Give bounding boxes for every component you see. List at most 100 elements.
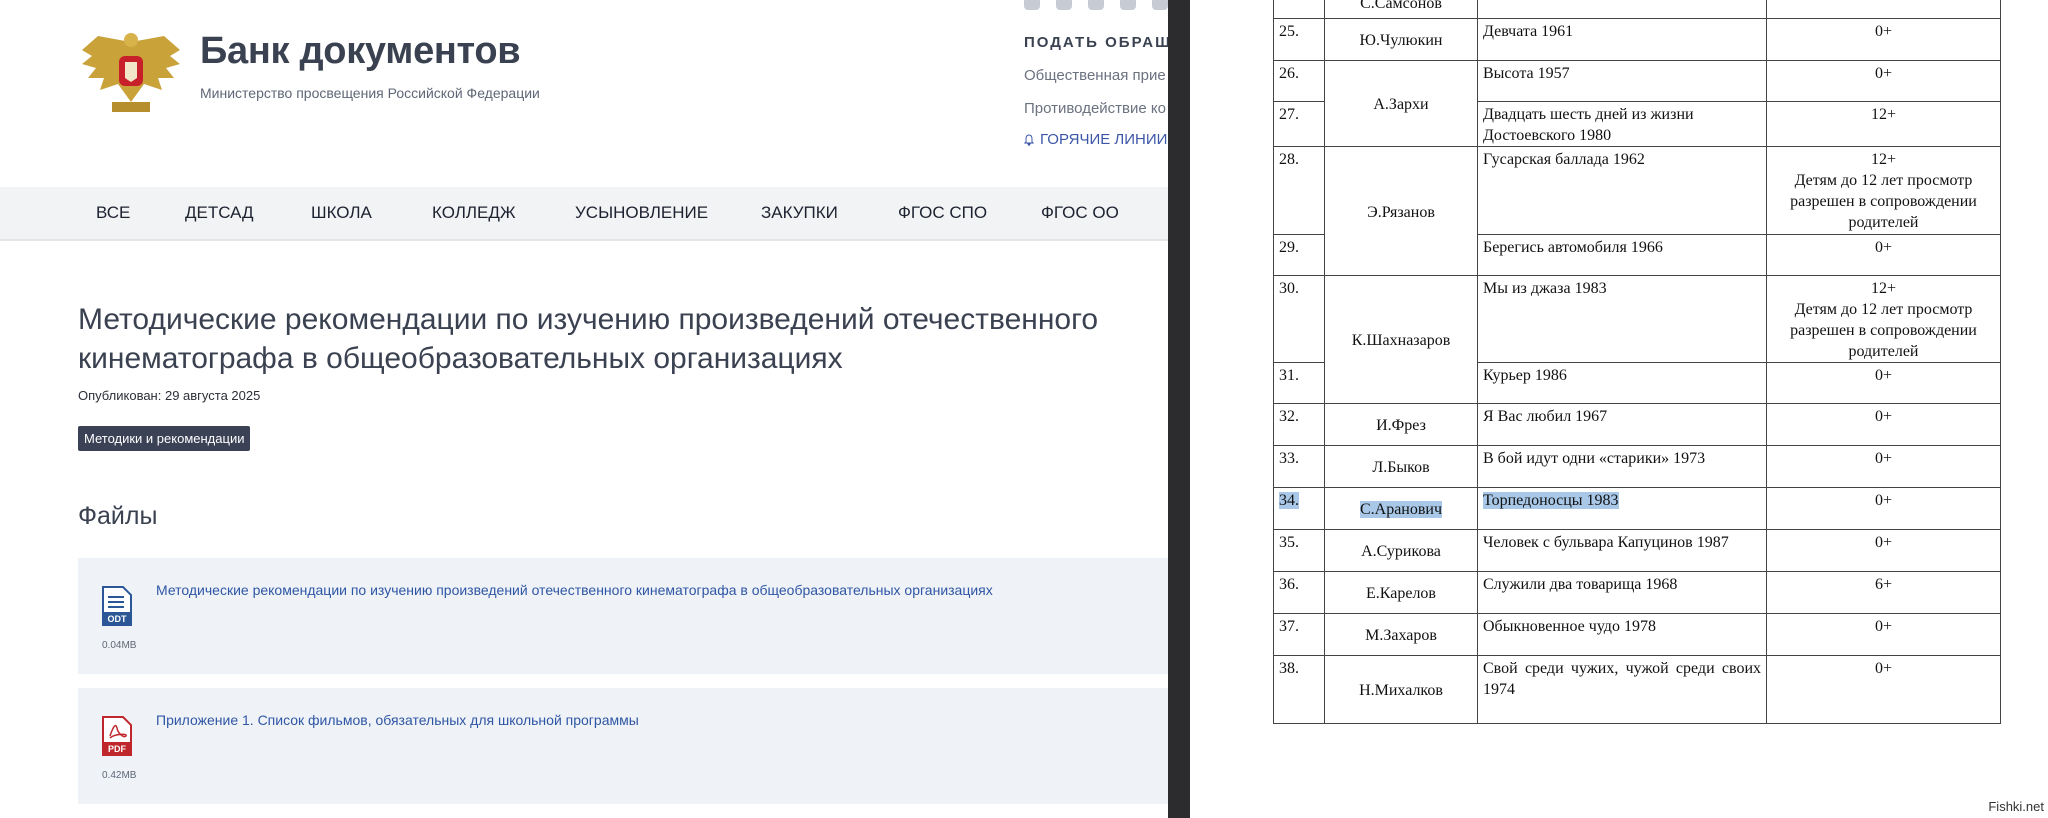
header-right-links: ПОДАТЬ ОБРАЩ Общественная прие Противоде… bbox=[1024, 34, 1168, 148]
table-cell-age: 6+ bbox=[1766, 571, 2001, 614]
table-cell-director: С.Самсонов bbox=[1324, 0, 1478, 19]
nav-college[interactable]: КОЛЛЕДЖ bbox=[432, 203, 516, 223]
ministry-emblem-logo[interactable] bbox=[78, 30, 184, 120]
table-cell-director: А.Зархи bbox=[1324, 60, 1478, 147]
table-cell-age: 0+ bbox=[1766, 403, 2001, 446]
nav-kindergarten[interactable]: ДЕТСАД bbox=[185, 203, 254, 223]
table-cell-director: Л.Быков bbox=[1324, 445, 1478, 488]
table-cell-title: Берегись автомобиля 1966 bbox=[1477, 234, 1767, 276]
table-cell-age: 12+ bbox=[1766, 101, 2001, 147]
hotlines-label: ГОРЯЧИЕ ЛИНИИ bbox=[1040, 131, 1168, 148]
table-cell-num: 32. bbox=[1273, 403, 1325, 446]
table-cell-num: 36. bbox=[1273, 571, 1325, 614]
pdf-file-icon[interactable]: PDF bbox=[102, 716, 132, 756]
selected-text: Торпедоносцы 1983 bbox=[1483, 492, 1619, 509]
dzen-icon[interactable] bbox=[1152, 0, 1168, 10]
document-panel: С.Самсонов 25. Ю.Чулюкин Девчата 1961 0+… bbox=[1190, 0, 2048, 818]
published-date: Опубликован: 29 августа 2025 bbox=[78, 388, 261, 403]
table-row: 37. М.Захаров Обыкновенное чудо 1978 0+ bbox=[1273, 613, 2001, 656]
table-row: 33. Л.Быков В бой идут одни «старики» 19… bbox=[1273, 445, 2001, 488]
table-cell-num: 34. bbox=[1273, 487, 1325, 530]
table-row: С.Самсонов bbox=[1273, 0, 2001, 19]
table-row: 26. А.Зархи Высота 1957 0+ bbox=[1273, 60, 2001, 147]
table-cell-title bbox=[1477, 0, 1767, 19]
table-cell-title: Я Вас любил 1967 bbox=[1477, 403, 1767, 446]
nav-fgos-spo[interactable]: ФГОС СПО bbox=[898, 203, 987, 223]
table-cell-num: 26. bbox=[1273, 60, 1325, 102]
submit-appeal-link[interactable]: ПОДАТЬ ОБРАЩ bbox=[1024, 34, 1168, 51]
table-cell-director: Ю.Чулюкин bbox=[1324, 18, 1478, 61]
age-note: Детям до 12 лет просмотр разрешен в сопр… bbox=[1790, 172, 1977, 231]
age-rating: 12+ bbox=[1870, 280, 1897, 297]
file-size: 0.42MB bbox=[102, 770, 137, 781]
table-cell-title: В бой идут одни «старики» 1973 bbox=[1477, 445, 1767, 488]
table-cell-num: 27. bbox=[1273, 101, 1325, 147]
table-cell-director: Э.Рязанов bbox=[1324, 146, 1478, 276]
table-row: 28. Э.Рязанов Гусарская баллада 1962 12+… bbox=[1273, 146, 2001, 276]
table-cell-director: М.Захаров bbox=[1324, 613, 1478, 656]
table-cell-director: Е.Карелов bbox=[1324, 571, 1478, 614]
category-tag[interactable]: Методики и рекомендации bbox=[78, 426, 251, 451]
file-download-link[interactable]: Приложение 1. Список фильмов, обязательн… bbox=[156, 712, 639, 728]
vk-icon[interactable] bbox=[1024, 0, 1040, 10]
nav-adoption[interactable]: УСЫНОВЛЕНИЕ bbox=[575, 203, 708, 223]
table-cell-num: 30. bbox=[1273, 275, 1325, 363]
nav-fgos-oo[interactable]: ФГОС ОО bbox=[1041, 203, 1119, 223]
nav-school[interactable]: ШКОЛА bbox=[311, 203, 372, 223]
table-cell-age: 0+ bbox=[1766, 487, 2001, 530]
site-title[interactable]: Банк документов bbox=[200, 30, 521, 73]
svg-text:ODT: ODT bbox=[108, 614, 128, 624]
table-cell-director: Н.Михалков bbox=[1324, 655, 1478, 724]
table-cell-age: 0+ bbox=[1766, 445, 2001, 488]
table-cell-title: Обыкновенное чудо 1978 bbox=[1477, 613, 1767, 656]
table-cell-age: 12+ Детям до 12 лет просмотр разрешен в с… bbox=[1766, 146, 2001, 235]
table-cell-age: 12+ Детям до 12 лет просмотр разрешен в с… bbox=[1766, 275, 2001, 363]
table-cell-director: С.Аранович bbox=[1324, 487, 1478, 530]
odt-file-icon[interactable]: ODT bbox=[102, 586, 132, 626]
table-cell-title: Свой среди чужих, чужой среди своих 1974 bbox=[1477, 655, 1767, 724]
window-divider bbox=[1168, 0, 1190, 818]
age-rating: 12+ bbox=[1870, 151, 1897, 168]
table-cell-title: Высота 1957 bbox=[1477, 60, 1767, 102]
svg-text:PDF: PDF bbox=[108, 744, 127, 754]
odnoklassniki-icon[interactable] bbox=[1056, 0, 1072, 10]
table-cell-num bbox=[1273, 0, 1325, 19]
nav-all[interactable]: ВСЕ bbox=[96, 203, 130, 223]
table-cell-title: Торпедоносцы 1983 bbox=[1477, 487, 1767, 530]
table-cell-num: 37. bbox=[1273, 613, 1325, 656]
rutube-icon[interactable] bbox=[1088, 0, 1104, 10]
page-title-line-2: кинематографа в общеобразовательных орга… bbox=[78, 342, 843, 375]
public-reception-link[interactable]: Общественная прие bbox=[1024, 67, 1168, 84]
table-row: 38. Н.Михалков Свой среди чужих, чужой с… bbox=[1273, 655, 2001, 724]
film-list-table: С.Самсонов 25. Ю.Чулюкин Девчата 1961 0+… bbox=[1273, 0, 2001, 724]
table-cell-director: И.Фрез bbox=[1324, 403, 1478, 446]
table-cell-director: А.Сурикова bbox=[1324, 529, 1478, 572]
table-cell-age: 0+ bbox=[1766, 234, 2001, 276]
age-note: Детям до 12 лет просмотр разрешен в сопр… bbox=[1790, 301, 1977, 360]
hotlines-link[interactable]: ГОРЯЧИЕ ЛИНИИ bbox=[1024, 131, 1168, 148]
table-cell-director: К.Шахназаров bbox=[1324, 275, 1478, 404]
table-cell-num: 31. bbox=[1273, 362, 1325, 404]
table-cell-age: 0+ bbox=[1766, 362, 2001, 404]
file-card: ODT 0.04MB Методические рекомендации по … bbox=[78, 558, 1168, 674]
table-cell-age: 0+ bbox=[1766, 655, 2001, 724]
telegram-icon[interactable] bbox=[1120, 0, 1136, 10]
table-cell-age: 0+ bbox=[1766, 18, 2001, 61]
table-row: 35. А.Сурикова Человек с бульвара Капуци… bbox=[1273, 529, 2001, 572]
anti-corruption-link[interactable]: Противодействие ко bbox=[1024, 100, 1168, 117]
table-row: 36. Е.Карелов Служили два товарища 1968 … bbox=[1273, 571, 2001, 614]
table-cell-title: Курьер 1986 bbox=[1477, 362, 1767, 404]
bell-icon bbox=[1024, 133, 1034, 146]
site-subtitle: Министерство просвещения Российской Феде… bbox=[200, 85, 540, 101]
table-cell-title: Двадцать шесть дней из жизни Достоевског… bbox=[1477, 101, 1767, 147]
table-cell-num: 35. bbox=[1273, 529, 1325, 572]
files-heading: Файлы bbox=[78, 502, 158, 530]
table-row: 32. И.Фрез Я Вас любил 1967 0+ bbox=[1273, 403, 2001, 446]
page-title: Методические рекомендации по изучению пр… bbox=[78, 300, 1168, 378]
table-cell-age: 0+ bbox=[1766, 529, 2001, 572]
table-cell-num: 29. bbox=[1273, 234, 1325, 276]
file-card: PDF 0.42MB Приложение 1. Список фильмов,… bbox=[78, 688, 1168, 804]
file-download-link[interactable]: Методические рекомендации по изучению пр… bbox=[156, 582, 993, 598]
nav-procurement[interactable]: ЗАКУПКИ bbox=[761, 203, 838, 223]
table-cell-title: Девчата 1961 bbox=[1477, 18, 1767, 61]
